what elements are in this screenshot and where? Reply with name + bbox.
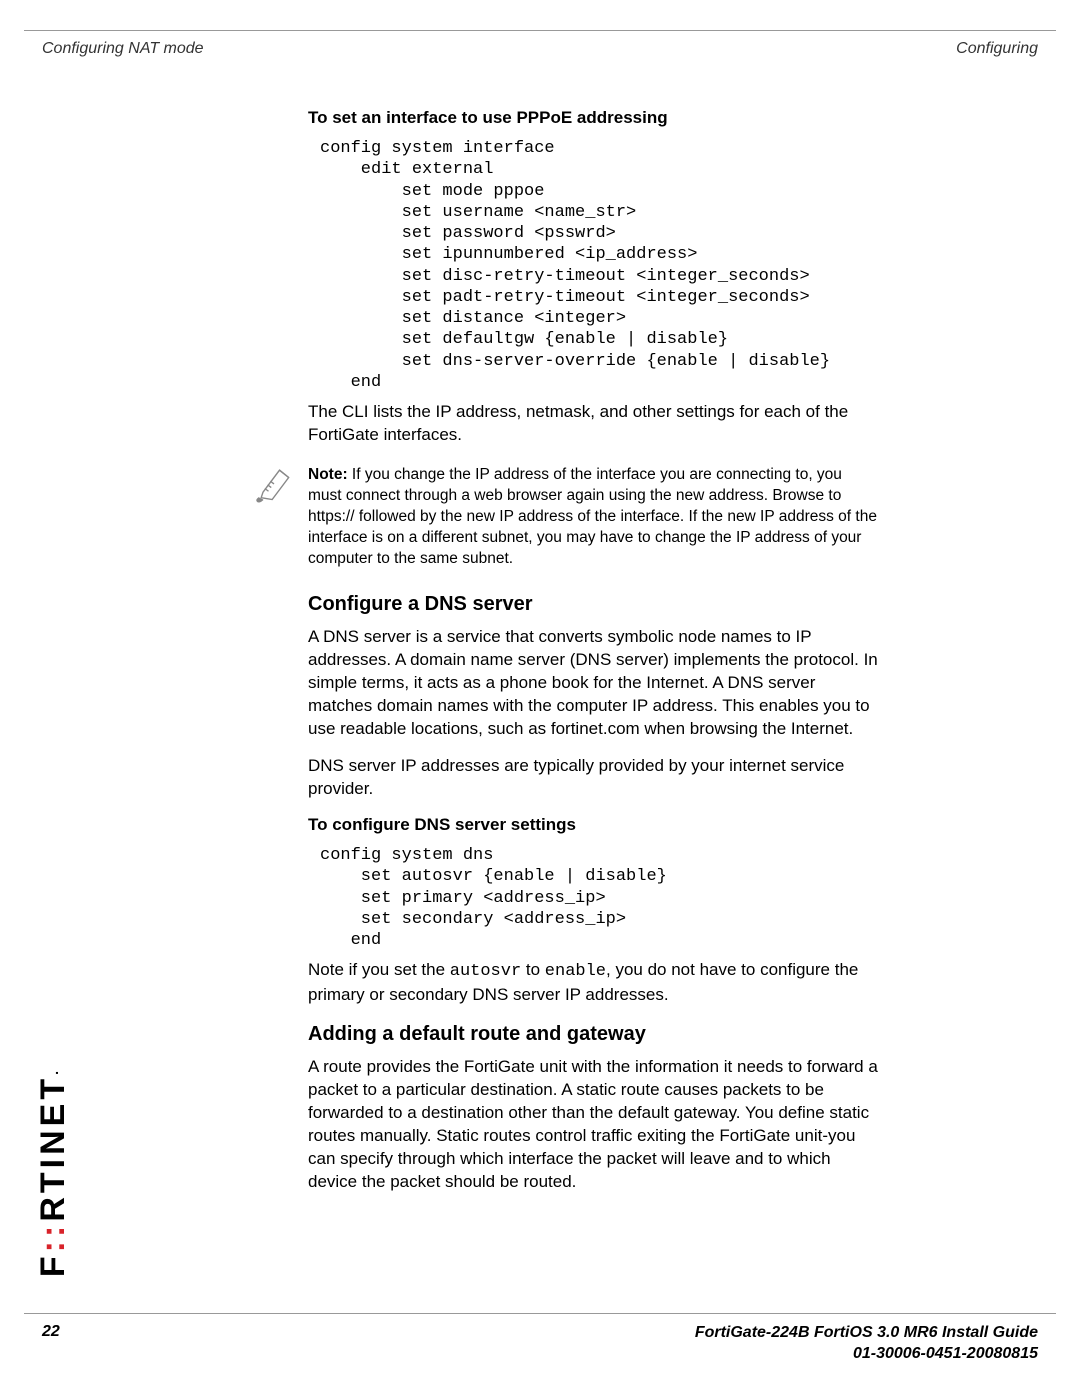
footer: 22 FortiGate-224B FortiOS 3.0 MR6 Instal… xyxy=(42,1323,1038,1365)
fortinet-logo: F::RTINET. xyxy=(36,1067,70,1277)
note-label: Note: xyxy=(308,466,348,483)
procedure-title-dns: To configure DNS server settings xyxy=(308,815,878,835)
running-head-right: Configuring xyxy=(956,40,1038,58)
footer-line-2: 01-30006-0451-20080815 xyxy=(853,1345,1038,1362)
note-block: Note: If you change the IP address of th… xyxy=(308,465,878,570)
text: Note if you set the xyxy=(308,960,450,979)
page-number: 22 xyxy=(42,1323,60,1340)
rule-top xyxy=(24,30,1056,31)
running-head-left: Configuring NAT mode xyxy=(42,40,204,58)
code-block-pppoe: config system interface edit external se… xyxy=(320,138,878,393)
para-dns-1: A DNS server is a service that converts … xyxy=(308,626,878,741)
inline-code-autosvr: autosvr xyxy=(450,962,521,981)
page: Configuring NAT mode Configuring To set … xyxy=(0,0,1080,1397)
note-text: Note: If you change the IP address of th… xyxy=(308,465,878,570)
procedure-title-pppoe: To set an interface to use PPPoE address… xyxy=(308,108,878,128)
para-dns-3: Note if you set the autosvr to enable, y… xyxy=(308,959,878,1007)
footer-text: FortiGate-224B FortiOS 3.0 MR6 Install G… xyxy=(695,1323,1038,1365)
heading-dns: Configure a DNS server xyxy=(308,593,878,616)
note-body: If you change the IP address of the inte… xyxy=(308,466,877,567)
note-icon xyxy=(252,461,296,505)
para-dns-2: DNS server IP addresses are typically pr… xyxy=(308,755,878,801)
para-cli-lists: The CLI lists the IP address, netmask, a… xyxy=(308,401,878,447)
para-route-1: A route provides the FortiGate unit with… xyxy=(308,1056,878,1194)
heading-default-route: Adding a default route and gateway xyxy=(308,1023,878,1046)
inline-code-enable: enable xyxy=(545,962,606,981)
main-column: To set an interface to use PPPoE address… xyxy=(308,108,878,1208)
text: to xyxy=(521,960,545,979)
rule-bottom xyxy=(24,1313,1056,1314)
code-block-dns: config system dns set autosvr {enable | … xyxy=(320,845,878,951)
footer-line-1: FortiGate-224B FortiOS 3.0 MR6 Install G… xyxy=(695,1324,1038,1341)
